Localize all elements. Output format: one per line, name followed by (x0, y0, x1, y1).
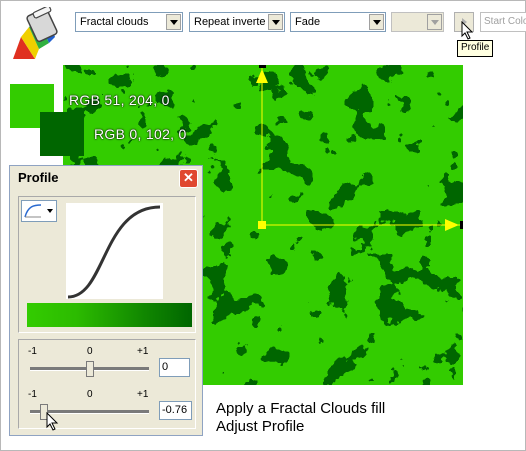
profile-preset-icon (24, 204, 42, 218)
chevron-down-icon[interactable] (268, 14, 283, 30)
effect-value: Fade (295, 16, 321, 28)
slider1-thumb[interactable] (85, 361, 94, 377)
end-color-swatch (40, 112, 84, 156)
mouse-cursor-icon (46, 412, 59, 431)
slider2-mid-label: 0 (87, 389, 93, 400)
caption: Apply a Fractal Clouds fill Adjust Profi… (216, 400, 385, 436)
slider2-min-label: -1 (28, 389, 37, 400)
fill-type-value: Fractal clouds (80, 16, 149, 28)
slider1-mid-label: 0 (87, 346, 93, 357)
fill-tool-icon[interactable] (9, 7, 65, 63)
slider2-value-field[interactable]: -0.76 (159, 401, 192, 420)
horizontal-end-handle[interactable] (460, 221, 463, 229)
chevron-down-icon[interactable] (369, 14, 384, 30)
start-color-field[interactable]: Start Colo (480, 12, 526, 32)
slider1-value-field[interactable]: 0 (159, 358, 190, 377)
dialog-title: Profile (18, 170, 59, 185)
chevron-down-icon[interactable] (166, 14, 181, 30)
chevron-down-icon[interactable] (427, 14, 442, 30)
tiling-value: Repeat inverte (194, 16, 266, 28)
caption-line-2: Adjust Profile (216, 418, 305, 435)
slider2-max-label: +1 (137, 389, 149, 400)
tiling-select[interactable]: Repeat inverte (189, 12, 285, 32)
end-color-label: RGB 0, 102, 0 (94, 126, 187, 142)
fill-type-select[interactable]: Fractal clouds (75, 12, 183, 32)
mouse-cursor-icon (461, 21, 474, 40)
tooltip: Profile (457, 40, 494, 57)
profile-curve[interactable] (66, 203, 163, 299)
caption-line-1: Apply a Fractal Clouds fill (216, 400, 386, 417)
profile-preset-button[interactable] (21, 200, 57, 222)
fill-infobar: Fractal clouds Repeat inverte Fade Start… (1, 1, 526, 63)
close-icon[interactable]: ✕ (179, 169, 198, 188)
blank-select[interactable] (391, 12, 444, 32)
effect-select[interactable]: Fade (290, 12, 386, 32)
start-color-label: RGB 51, 204, 0 (69, 92, 170, 108)
slider1-min-label: -1 (28, 346, 37, 357)
profile-gradient-preview (27, 303, 192, 327)
center-handle[interactable] (258, 221, 266, 229)
vertical-end-handle[interactable] (259, 65, 266, 68)
profile-dialog: Profile ✕ -1 0 +1 0 -1 0 +1 -0.76 (9, 165, 203, 436)
slider1-max-label: +1 (137, 346, 149, 357)
